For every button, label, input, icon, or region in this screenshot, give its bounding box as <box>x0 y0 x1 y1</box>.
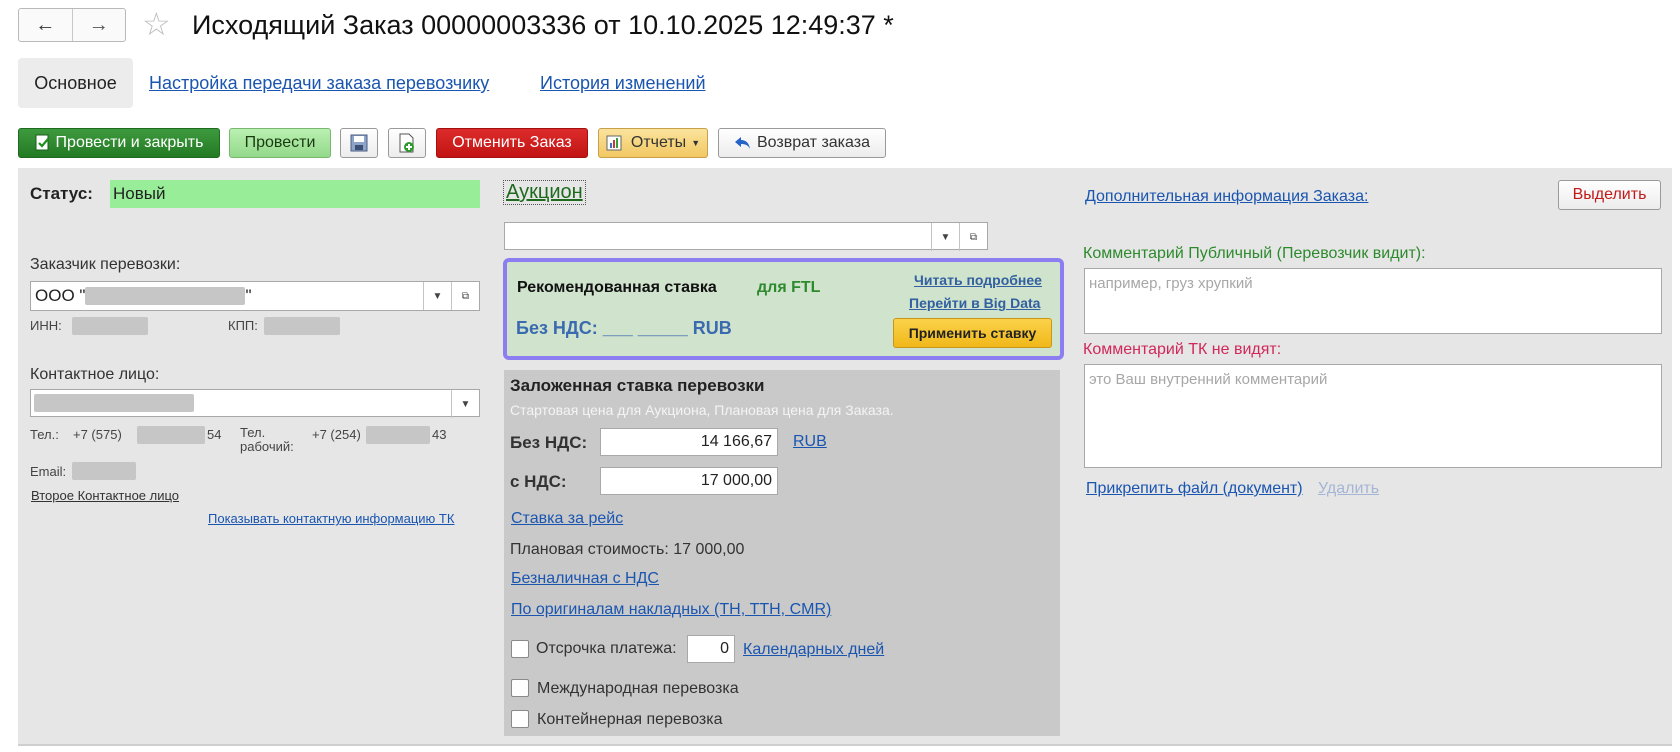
post-label: Провести <box>244 134 316 151</box>
no-vat-input[interactable]: 14 166,67 <box>600 428 778 456</box>
container-checkbox[interactable] <box>511 710 529 728</box>
redacted-inn <box>72 317 148 335</box>
forward-arrow-icon[interactable]: → <box>73 9 126 41</box>
with-vat-input[interactable]: 17 000,00 <box>600 467 778 495</box>
copy-document-button[interactable] <box>388 128 426 158</box>
return-order-label: Возврат заказа <box>757 134 870 151</box>
contact-label: Контактное лицо: <box>30 366 160 383</box>
back-arrow-icon[interactable]: ← <box>19 9 73 41</box>
additional-info-link[interactable]: Дополнительная информация Заказа: <box>1085 188 1368 206</box>
show-tk-contact-link[interactable]: Показывать контактную информацию ТК <box>208 511 454 526</box>
add-document-icon <box>399 133 414 153</box>
tel-work-prefix: +7 (254) <box>312 427 361 442</box>
favorite-star-icon[interactable]: ☆ <box>142 6 171 42</box>
auction-select[interactable]: ▼ ⧉ <box>504 222 988 251</box>
apply-rate-button[interactable]: Применить ставку <box>893 318 1052 348</box>
international-checkbox[interactable] <box>511 679 529 697</box>
big-data-link[interactable]: Перейти в Big Data <box>909 295 1040 311</box>
post-and-close-button[interactable]: Провести и закрыть <box>18 128 220 158</box>
bottom-divider <box>18 744 1672 746</box>
reports-button[interactable]: Отчеты ▼ <box>598 128 708 158</box>
planned-rate-title: Заложенная ставка перевозки <box>510 376 765 395</box>
post-and-close-label: Провести и закрыть <box>55 134 204 151</box>
page-title: Исходящий Заказ 00000003336 от 10.10.202… <box>192 10 894 40</box>
post-button[interactable]: Провести <box>229 128 331 158</box>
cancel-order-label: Отменить Заказ <box>452 134 572 151</box>
recommended-title: Рекомендованная ставка <box>517 279 717 296</box>
currency-link[interactable]: RUB <box>793 433 827 451</box>
ftl-label: для FTL <box>757 279 821 296</box>
status-value: Новый <box>110 180 480 208</box>
tab-history[interactable]: История изменений <box>540 73 706 94</box>
tel-work-suffix: 43 <box>432 427 447 442</box>
open-icon[interactable]: ⧉ <box>451 282 479 310</box>
read-more-link[interactable]: Читать подробнее <box>914 272 1042 288</box>
recommended-no-vat: Без НДС: ___ _____ RUB <box>516 318 732 338</box>
tel-work-label: Тел. рабочий: <box>240 425 294 454</box>
public-comment-label: Комментарий Публичный (Перевозчик видит)… <box>1083 245 1426 262</box>
redacted-work-phone <box>366 426 430 444</box>
international-label: Международная перевозка <box>537 680 739 697</box>
chevron-down-icon[interactable]: ▼ <box>931 223 959 251</box>
deferral-label: Отсрочка платежа: <box>536 640 677 657</box>
internal-comment-label: Комментарий ТК не видят: <box>1083 341 1282 358</box>
tel-suffix: 54 <box>207 427 222 442</box>
auction-link[interactable]: Аукцион <box>503 180 586 205</box>
redacted-phone <box>137 426 205 444</box>
document-check-icon <box>35 134 49 151</box>
customer-prefix: ООО " <box>35 286 86 305</box>
open-icon[interactable]: ⧉ <box>959 223 987 251</box>
email-label: Email: <box>30 464 67 479</box>
cancel-order-button[interactable]: Отменить Заказ <box>436 128 588 158</box>
redacted-customer <box>85 287 246 305</box>
cashless-link[interactable]: Безналичная с НДС <box>511 570 659 588</box>
contact-input[interactable]: ▼ <box>30 389 480 418</box>
kpp-label: КПП: <box>228 318 258 333</box>
customer-suffix: " <box>245 286 252 305</box>
tab-carrier-settings[interactable]: Настройка передачи заказа перевозчику <box>149 73 489 94</box>
return-arrow-icon <box>735 137 750 149</box>
tab-main[interactable]: Основное <box>18 58 133 108</box>
delete-link[interactable]: Удалить <box>1318 480 1379 498</box>
save-button[interactable] <box>340 128 378 158</box>
status-label: Статус: <box>30 184 93 203</box>
highlight-button[interactable]: Выделить <box>1558 180 1661 210</box>
redacted-contact <box>34 394 194 412</box>
internal-comment-textarea[interactable]: это Ваш внутренний комментарий <box>1084 364 1662 468</box>
originals-link[interactable]: По оригиналам накладных (ТН, ТТН, CMR) <box>511 601 831 619</box>
return-order-button[interactable]: Возврат заказа <box>718 128 886 158</box>
redacted-kpp <box>264 317 340 335</box>
deferral-checkbox[interactable] <box>511 640 529 658</box>
redacted-email <box>72 462 136 480</box>
deferral-days-input[interactable]: 0 <box>687 635 735 663</box>
chevron-down-icon[interactable]: ▼ <box>451 390 479 418</box>
with-vat-label: с НДС: <box>510 472 567 491</box>
attach-file-link[interactable]: Прикрепить файл (документ) <box>1086 480 1303 498</box>
tel-label: Тел.: <box>30 427 59 442</box>
second-contact-link[interactable]: Второе Контактное лицо <box>31 488 179 503</box>
no-vat-label: Без НДС: <box>510 433 588 452</box>
container-label: Контейнерная перевозка <box>537 711 723 728</box>
tel-prefix: +7 (575) <box>73 427 122 442</box>
customer-input[interactable]: ООО " " ▼ ⧉ <box>30 281 480 311</box>
chevron-down-icon[interactable]: ▼ <box>423 282 451 310</box>
calendar-days-link[interactable]: Календарных дней <box>743 641 884 659</box>
customer-label: Заказчик перевозки: <box>30 256 181 273</box>
public-comment-textarea[interactable]: например, груз хрупкий <box>1084 268 1662 334</box>
reports-label: Отчеты <box>630 134 687 151</box>
save-icon <box>350 134 368 152</box>
planned-cost: Плановая стоимость: 17 000,00 <box>510 541 745 558</box>
planned-rate-subtitle: Стартовая цена для Аукциона, Плановая це… <box>510 402 894 418</box>
reports-icon <box>606 135 622 151</box>
per-trip-link[interactable]: Ставка за рейс <box>511 510 623 528</box>
navigation-buttons: ← → <box>18 8 126 42</box>
inn-label: ИНН: <box>30 318 62 333</box>
chevron-down-icon: ▼ <box>691 138 701 148</box>
